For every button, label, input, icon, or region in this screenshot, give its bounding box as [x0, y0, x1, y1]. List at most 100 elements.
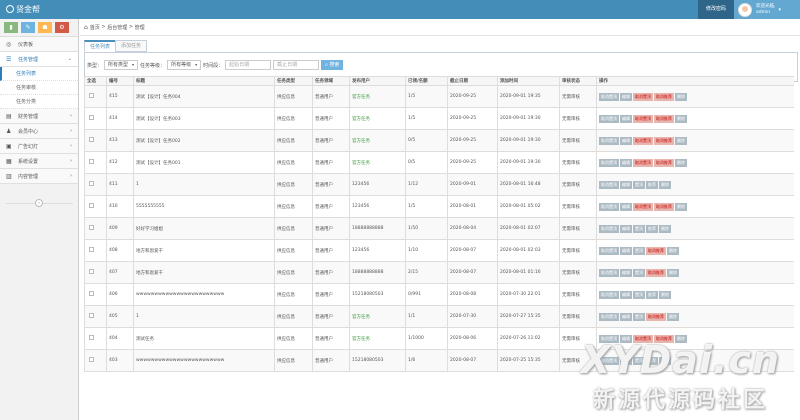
brand[interactable]: 贤金帮	[6, 4, 40, 15]
op-button[interactable]: 删除	[667, 246, 679, 255]
row-checkbox[interactable]	[89, 291, 94, 296]
row-checkbox[interactable]	[89, 357, 94, 362]
op-button[interactable]: 取消置顶	[599, 202, 619, 211]
op-button[interactable]: 置顶	[633, 268, 645, 277]
sidebar-item-1[interactable]: ☰ 任务管理 ⌄	[0, 52, 78, 67]
row-checkbox[interactable]	[89, 137, 94, 142]
op-button[interactable]: 取消置顶	[599, 114, 619, 123]
sidebar-item-0[interactable]: ◎ 仪表板	[0, 37, 78, 52]
op-button[interactable]: 取消置顶	[599, 268, 619, 277]
op-button[interactable]: 删除	[675, 158, 687, 167]
op-button[interactable]: 取消置顶	[599, 290, 619, 299]
row-checkbox[interactable]	[89, 269, 94, 274]
row-checkbox[interactable]	[89, 181, 94, 186]
op-button[interactable]: 编辑	[620, 312, 632, 321]
sidebar-subitem-2[interactable]: 任务分类	[0, 95, 78, 109]
op-button[interactable]: 取消置顶	[599, 158, 619, 167]
row-checkbox[interactable]	[89, 335, 94, 340]
op-button[interactable]: 删除	[667, 268, 679, 277]
sidebar-item-3[interactable]: ♟ 会员中心 ›	[0, 124, 78, 139]
op-button[interactable]: 编辑	[620, 136, 632, 145]
op-button[interactable]: 置顶	[633, 224, 645, 233]
type-select[interactable]: 所有类型 ▾	[104, 60, 139, 70]
sidebar-item-4[interactable]: ▣ 广告幻灯 ›	[0, 139, 78, 154]
op-button[interactable]: 推荐	[646, 290, 658, 299]
row-checkbox[interactable]	[89, 225, 94, 230]
op-button[interactable]: 取消推荐	[654, 92, 674, 101]
table-row: 411 1 供应信息 普通用户 123456 1/12 2020-09-01 2020-08-…	[84, 173, 794, 196]
op-button[interactable]: 置顶	[633, 180, 645, 189]
op-button[interactable]: 删除	[675, 92, 687, 101]
op-button[interactable]: 取消推荐	[646, 268, 666, 277]
end-date-input[interactable]: 截止日期	[273, 60, 320, 70]
users-icon[interactable]: ☗	[38, 22, 52, 33]
row-checkbox[interactable]	[89, 313, 94, 318]
op-button[interactable]: 编辑	[620, 224, 632, 233]
start-date-input[interactable]: 起始日期	[225, 60, 272, 70]
row-checkbox[interactable]	[89, 115, 94, 120]
op-button[interactable]: 删除	[659, 224, 671, 233]
op-button[interactable]: 取消置顶	[633, 92, 653, 101]
op-button[interactable]: 编辑	[620, 290, 632, 299]
op-button[interactable]: 删除	[659, 180, 671, 189]
sidebar-item-label: 内容管理	[18, 173, 39, 180]
op-button[interactable]: 推荐	[646, 224, 658, 233]
op-button[interactable]: 编辑	[620, 92, 632, 101]
row-checkbox[interactable]	[89, 247, 94, 252]
task-table-container[interactable]: 全选 编号 标题 任务类型 任务领域 发布用户 已领/名额 截止日期 添加时间 审核状态 操作 41…	[84, 76, 794, 377]
op-button[interactable]: 取消置顶	[599, 224, 619, 233]
signal-icon[interactable]: ▮	[4, 22, 18, 33]
row-checkbox[interactable]	[89, 93, 94, 98]
op-button[interactable]: 删除	[659, 290, 671, 299]
op-button[interactable]: 编辑	[620, 180, 632, 189]
op-button[interactable]: 编辑	[620, 268, 632, 277]
row-checkbox[interactable]	[89, 203, 94, 208]
op-button[interactable]: 取消置顶	[599, 180, 619, 189]
op-button[interactable]: 删除	[675, 114, 687, 123]
op-button[interactable]: 取消推荐	[654, 202, 674, 211]
breadcrumb-section[interactable]: 后台管理	[107, 24, 127, 31]
op-button[interactable]: 取消置顶	[599, 312, 619, 321]
change-password-button[interactable]: 修改密码	[698, 0, 734, 19]
op-button[interactable]: 置顶	[633, 246, 645, 255]
tab-0[interactable]: 任务列表	[84, 40, 117, 52]
op-button[interactable]: 编辑	[620, 246, 632, 255]
table-row: 407 地方和恩爱干 供应信息 普通用户 18888888888 2/15 2020-08-…	[84, 261, 794, 284]
op-button[interactable]: 取消置顶	[599, 92, 619, 101]
op-button[interactable]: 删除	[675, 136, 687, 145]
op-button[interactable]: 编辑	[620, 114, 632, 123]
op-button[interactable]: 置顶	[633, 312, 645, 321]
op-button[interactable]: 删除	[667, 312, 679, 321]
op-button[interactable]: 取消置顶	[599, 246, 619, 255]
op-button[interactable]: 取消置顶	[633, 136, 653, 145]
op-button[interactable]: 推荐	[646, 180, 658, 189]
chevron-right-icon: ›	[70, 113, 72, 119]
sidebar-item-2[interactable]: ▤ 财务管理 ›	[0, 109, 78, 124]
op-button[interactable]: 取消置顶	[633, 114, 653, 123]
tab-1[interactable]: 添加任务	[115, 40, 148, 52]
sidebar-subitem-1[interactable]: 任务审核	[0, 81, 78, 95]
row-checkbox[interactable]	[89, 159, 94, 164]
op-button[interactable]: 置顶	[633, 290, 645, 299]
op-button[interactable]: 取消推荐	[646, 312, 666, 321]
op-button[interactable]: 取消置顶	[633, 202, 653, 211]
search-button[interactable]: ⌕ 搜索	[321, 60, 344, 70]
sidebar-item-5[interactable]: ▦ 系统设置 ›	[0, 154, 78, 169]
op-button[interactable]: 删除	[675, 202, 687, 211]
level-select[interactable]: 所有等级 ▾	[167, 60, 202, 70]
breadcrumb-home[interactable]: 首页	[90, 24, 100, 31]
sidebar-item-6[interactable]: ▥ 内容管理 ›	[0, 169, 78, 184]
op-button[interactable]: 编辑	[620, 202, 632, 211]
collapse-sidebar-button[interactable]: «	[35, 199, 43, 207]
pencil-icon[interactable]: ✎	[21, 22, 35, 33]
cogs-icon[interactable]: ⚙	[55, 22, 69, 33]
op-button[interactable]: 取消推荐	[646, 246, 666, 255]
op-button[interactable]: 编辑	[620, 158, 632, 167]
user-menu[interactable]: 欢迎光临, admin ▾	[734, 0, 800, 19]
op-button[interactable]: 取消推荐	[654, 158, 674, 167]
sidebar-subitem-0[interactable]: 任务列表	[0, 67, 78, 81]
op-button[interactable]: 取消置顶	[599, 136, 619, 145]
op-button[interactable]: 取消置顶	[633, 158, 653, 167]
op-button[interactable]: 取消推荐	[654, 114, 674, 123]
op-button[interactable]: 取消推荐	[654, 136, 674, 145]
